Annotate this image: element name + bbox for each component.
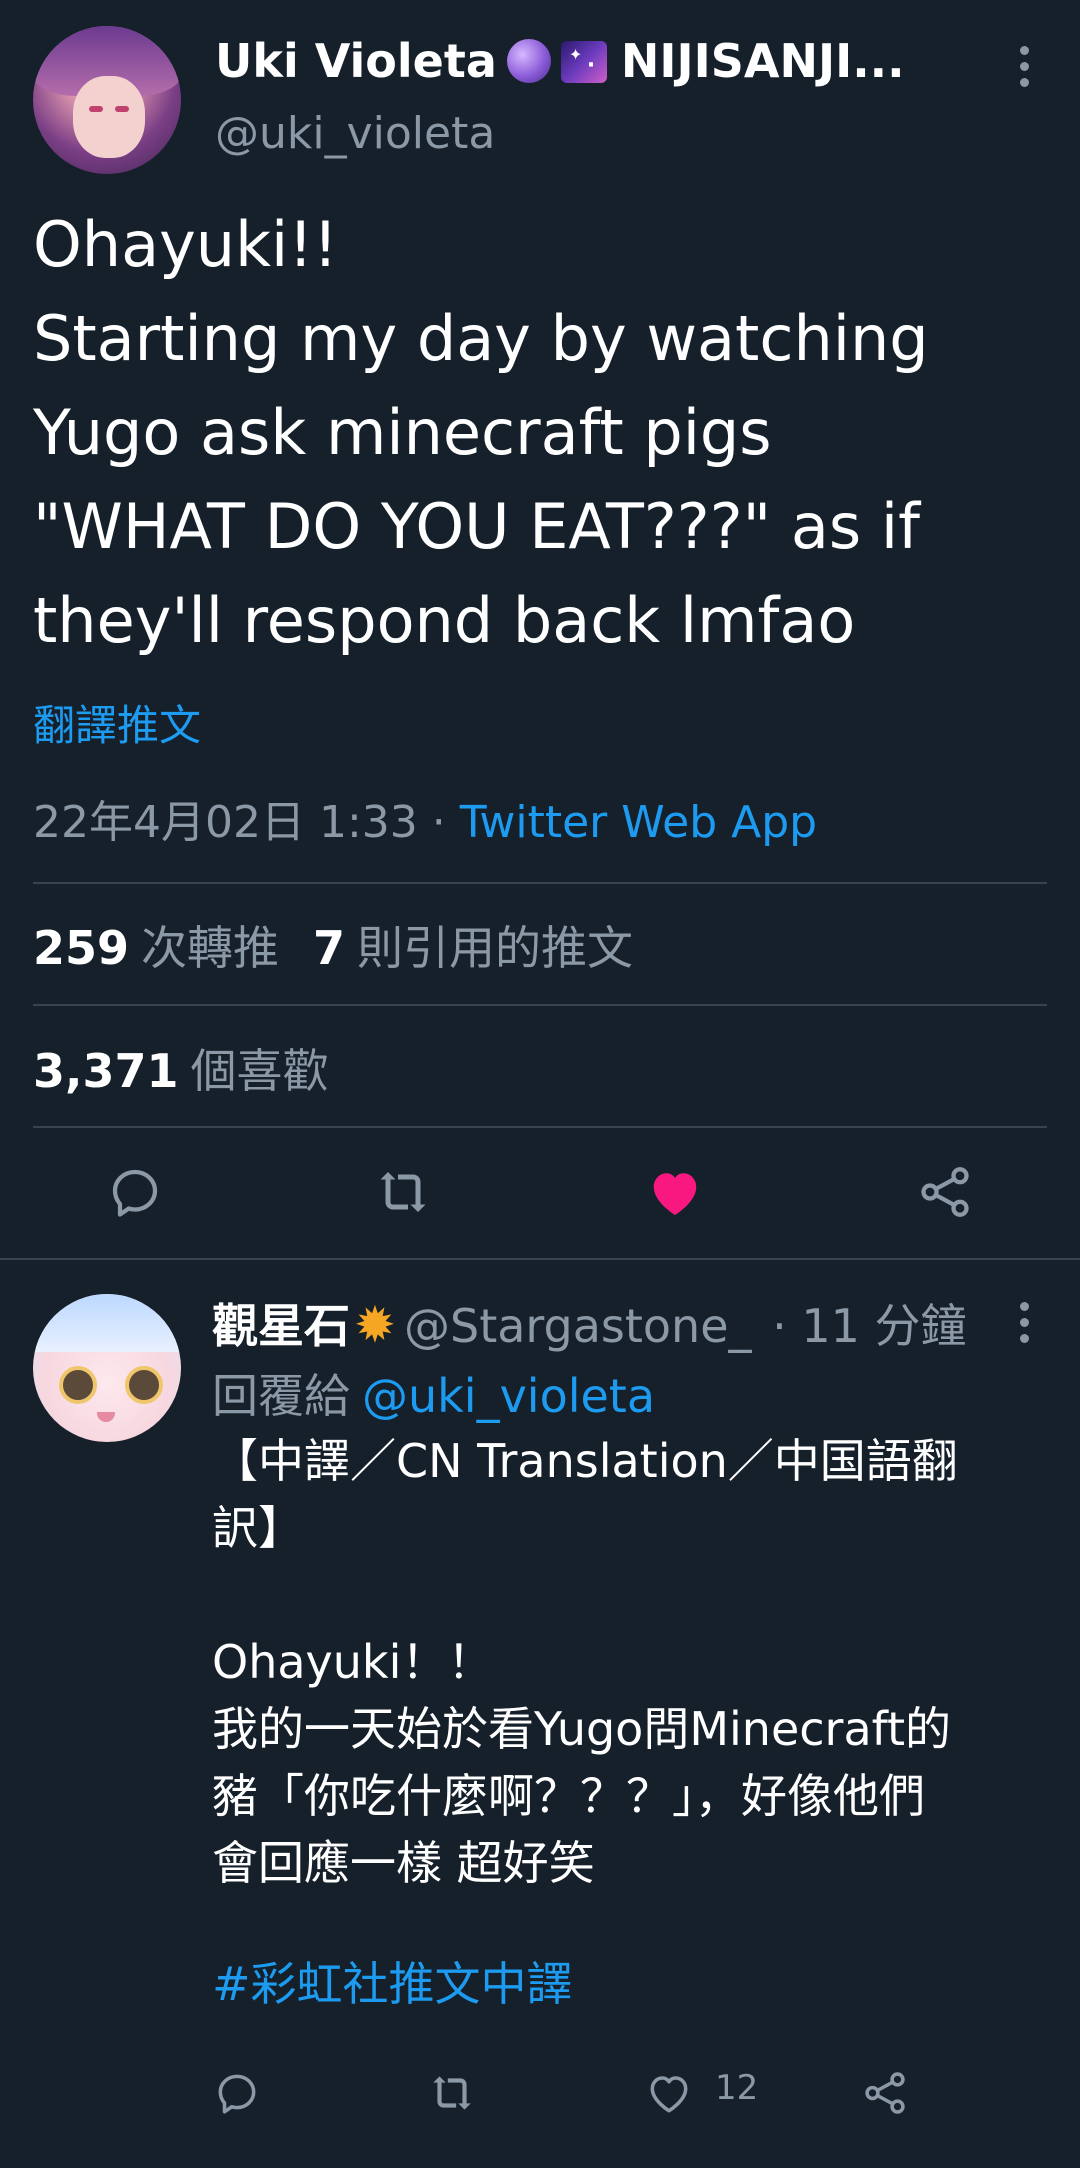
reply-like-count: 12: [715, 2068, 759, 2108]
more-options-icon[interactable]: [1012, 44, 1036, 90]
retweet-button[interactable]: [427, 2068, 477, 2118]
heart-filled-icon: [653, 1173, 697, 1215]
reply-icon: [112, 1169, 158, 1217]
crystal-ball-icon: [506, 39, 551, 83]
heart-outline-icon: [650, 2076, 688, 2113]
replying-to: 回覆給 @uki_violeta: [212, 1369, 656, 1423]
author-handle[interactable]: @uki_violeta: [215, 108, 495, 159]
reply-tweet[interactable]: 觀星石 @Stargastone_ · 11 分鐘 回覆給@uki_violeta…: [0, 1260, 1080, 2168]
more-options-icon[interactable]: [1012, 1300, 1036, 1346]
meta-separator: ·: [431, 797, 446, 848]
tweet-detail-page: Uki Violeta NIJISANJI... @uki_violeta Oha…: [0, 0, 1080, 2168]
divider: [33, 1004, 1047, 1006]
share-icon: [921, 1167, 969, 1217]
reply-author-handle[interactable]: @Stargastone_: [404, 1299, 752, 1353]
sun-icon: [354, 1296, 398, 1354]
likes-stat[interactable]: 3,371 個喜歡: [33, 1035, 329, 1101]
avatar[interactable]: [33, 26, 181, 174]
reply-author-name[interactable]: 觀星石: [212, 1299, 350, 1353]
retweet-icon: [433, 2076, 471, 2110]
share-button[interactable]: [860, 2068, 910, 2118]
retweet-button[interactable]: [373, 1162, 433, 1222]
share-button[interactable]: [915, 1162, 975, 1222]
author-name-suffix: NIJISANJI...: [620, 34, 905, 88]
tweet-text: Ohayuki!! Starting my day by watching Yu…: [33, 208, 929, 657]
milky-way-icon: [560, 41, 607, 83]
author-display-name: Uki Violeta: [215, 34, 497, 88]
reply-header: 觀星石 @Stargastone_ · 11 分鐘: [212, 1290, 967, 1356]
engagement-stats: 259 次轉推 7 則引用的推文: [33, 912, 633, 978]
reply-button[interactable]: [105, 1162, 165, 1222]
hashtag-link[interactable]: #彩虹社推文中譯: [212, 1948, 573, 2014]
replying-to-mention[interactable]: @uki_violeta: [362, 1369, 655, 1423]
author-name[interactable]: Uki Violeta NIJISANJI...: [215, 34, 905, 88]
divider: [33, 882, 1047, 884]
reply-button[interactable]: [212, 2068, 262, 2118]
tweet-timestamp[interactable]: 22年4月02日 1:33: [33, 797, 418, 848]
reply-time: · 11 分鐘: [772, 1299, 967, 1353]
like-button[interactable]: [645, 1162, 705, 1222]
tweet-meta: 22年4月02日 1:33 · Twitter Web App: [33, 786, 817, 850]
avatar[interactable]: [33, 1294, 181, 1442]
main-tweet: Uki Violeta NIJISANJI... @uki_violeta Oha…: [0, 0, 1080, 1260]
share-icon: [865, 2072, 905, 2114]
retweet-icon: [380, 1172, 426, 1212]
quotes-stat[interactable]: 7 則引用的推文: [313, 921, 633, 975]
retweets-stat[interactable]: 259 次轉推: [33, 921, 279, 975]
divider: [33, 1126, 1047, 1128]
source-app-link[interactable]: Twitter Web App: [460, 797, 817, 848]
like-button[interactable]: [644, 2068, 694, 2118]
reply-icon: [218, 2074, 256, 2114]
reply-text: 【中譯／CN Translation／中国語翻 訳】 Ohayuki！！ 我的一…: [212, 1434, 958, 1890]
translate-tweet-link[interactable]: 翻譯推文: [33, 692, 201, 753]
